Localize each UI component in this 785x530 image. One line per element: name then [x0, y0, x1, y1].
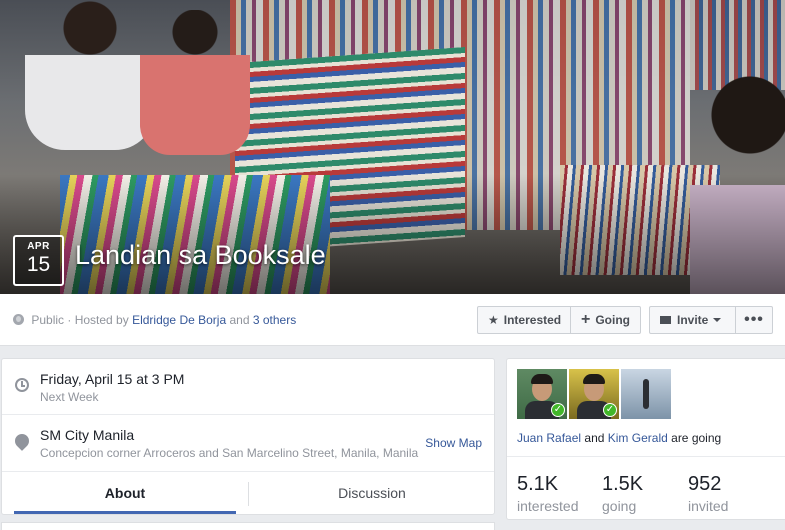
avatar[interactable]: [621, 369, 671, 419]
event-date-time: Friday, April 15 at 3 PM: [40, 371, 185, 387]
event-page: APR 15 Landian sa Booksale Public · Host…: [0, 0, 785, 530]
event-location-row: SM City Manila Concepcion corner Arrocer…: [2, 415, 494, 472]
event-tabs: About Discussion: [2, 472, 494, 514]
invite-button[interactable]: Invite: [649, 306, 736, 334]
event-title: Landian sa Booksale: [75, 240, 326, 270]
host-name-link[interactable]: Eldridge De Borja: [132, 313, 226, 327]
more-icon: •••: [744, 311, 764, 328]
cover-shade: [0, 174, 785, 294]
avatar-hair: [583, 374, 605, 384]
friend-link[interactable]: Juan Rafael: [517, 431, 581, 445]
person-graphic: [25, 0, 155, 150]
avatar[interactable]: ✓: [569, 369, 619, 419]
stat-interested[interactable]: 5.1K interested: [517, 473, 578, 514]
stat-value: 952: [688, 473, 722, 495]
person-graphic: [140, 10, 250, 155]
star-icon: ★: [488, 313, 499, 327]
stat-label: going: [602, 498, 637, 514]
tab-about[interactable]: About: [14, 472, 236, 514]
venue-address: Concepcion corner Arroceros and San Marc…: [40, 446, 419, 460]
check-icon: ✓: [551, 403, 565, 417]
next-card-edge: [1, 522, 495, 530]
event-details-card: Friday, April 15 at 3 PM Next Week SM Ci…: [1, 358, 495, 515]
clock-icon: [15, 378, 29, 392]
divider: [507, 456, 785, 457]
event-info-bar: Public · Hosted by Eldridge De Borja and…: [0, 294, 785, 346]
cover-photo[interactable]: APR 15 Landian sa Booksale: [0, 0, 785, 294]
host-info: Public · Hosted by Eldridge De Borja and…: [13, 313, 296, 327]
event-day: 15: [26, 253, 51, 276]
event-relative-time: Next Week: [40, 390, 99, 404]
plus-icon: +: [581, 311, 591, 328]
invite-label: Invite: [677, 313, 709, 327]
others-link[interactable]: 3 others: [253, 313, 296, 327]
stat-going[interactable]: 1.5K going: [602, 473, 643, 514]
location-pin-icon: [12, 431, 32, 451]
event-time-row: Friday, April 15 at 3 PM Next Week: [2, 359, 494, 415]
globe-icon: [13, 314, 24, 325]
stat-value: 5.1K: [517, 473, 559, 495]
friend-link[interactable]: Kim Gerald: [608, 431, 668, 445]
stat-invited[interactable]: 952 invited: [688, 473, 728, 514]
avatar[interactable]: ✓: [517, 369, 567, 419]
check-icon: ✓: [603, 403, 617, 417]
going-button[interactable]: + Going: [570, 306, 641, 334]
going-suffix: are going: [671, 431, 722, 445]
envelope-icon: [660, 316, 671, 324]
chevron-down-icon: [713, 318, 722, 322]
stat-label: invited: [688, 498, 729, 514]
interested-button[interactable]: ★ Interested: [477, 306, 571, 334]
guests-card: ✓ ✓ Juan Rafael and Kim Gerald are going…: [506, 358, 785, 520]
stat-value: 1.5K: [602, 473, 644, 495]
stat-label: interested: [517, 498, 579, 514]
avatar-figure: [643, 379, 649, 409]
show-map-link[interactable]: Show Map: [425, 436, 482, 450]
privacy-label: Public: [31, 313, 65, 327]
avatar-hair: [531, 374, 553, 384]
event-month: APR: [27, 241, 50, 252]
and-label: and: [584, 431, 605, 445]
and-label: and: [229, 313, 250, 327]
venue-name[interactable]: SM City Manila: [40, 427, 134, 443]
event-date-badge: APR 15: [13, 235, 64, 286]
tab-discussion[interactable]: Discussion: [250, 472, 494, 514]
tab-divider: [248, 482, 249, 506]
interested-label: Interested: [503, 313, 562, 327]
going-label: Going: [595, 313, 631, 327]
hosted-by-label: · Hosted by: [67, 313, 129, 327]
more-options-button[interactable]: •••: [735, 306, 773, 334]
friends-going-text: Juan Rafael and Kim Gerald are going: [517, 431, 721, 445]
